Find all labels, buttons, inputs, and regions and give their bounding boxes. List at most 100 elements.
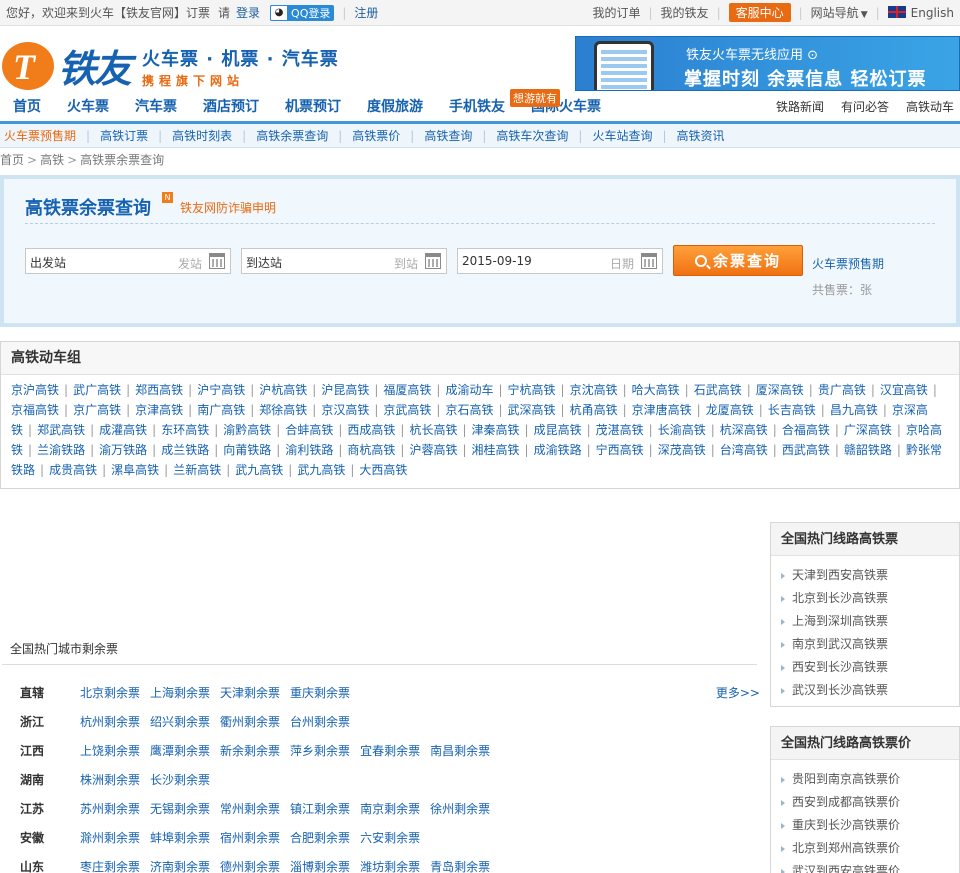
train-group-link[interactable]: 津秦高铁: [472, 423, 520, 437]
train-group-link[interactable]: 贵广高铁: [818, 383, 866, 397]
my-orders-link[interactable]: 我的订单: [592, 4, 640, 21]
city-remaining-link[interactable]: 蚌埠剩余票: [150, 829, 210, 846]
train-group-link[interactable]: 成渝动车: [445, 383, 493, 397]
subnav-booking[interactable]: 高铁订票: [94, 127, 154, 144]
subnav-station[interactable]: 火车站查询: [586, 127, 658, 144]
city-remaining-link[interactable]: 南昌剩余票: [430, 742, 490, 759]
train-group-link[interactable]: 合福高铁: [782, 423, 830, 437]
train-group-link[interactable]: 渝利铁路: [285, 443, 333, 457]
train-group-link[interactable]: 郑西高铁: [135, 383, 183, 397]
calendar-icon[interactable]: [641, 253, 657, 269]
nav-train-tickets[interactable]: 火车票: [54, 96, 122, 121]
train-group-link[interactable]: 京福高铁: [11, 403, 59, 417]
city-remaining-link[interactable]: 苏州剩余票: [80, 800, 140, 817]
train-group-link[interactable]: 长渝高铁: [658, 423, 706, 437]
train-group-link[interactable]: 汉宜高铁: [880, 383, 928, 397]
train-group-link[interactable]: 宁杭高铁: [508, 383, 556, 397]
station-picker-icon[interactable]: [425, 253, 441, 269]
city-remaining-link[interactable]: 绍兴剩余票: [150, 713, 210, 730]
date-input[interactable]: 2015-09-19 日期: [457, 248, 663, 274]
train-group-link[interactable]: 京汉高铁: [321, 403, 369, 417]
train-group-link[interactable]: 成灌高铁: [99, 423, 147, 437]
train-group-link[interactable]: 广深高铁: [844, 423, 892, 437]
train-group-link[interactable]: 南广高铁: [197, 403, 245, 417]
train-group-link[interactable]: 商杭高铁: [347, 443, 395, 457]
train-group-link[interactable]: 杭甬高铁: [570, 403, 618, 417]
hot-price-link[interactable]: 重庆到长沙高铁票价: [781, 814, 959, 837]
nav-bus-tickets[interactable]: 汽车票: [122, 96, 190, 121]
train-group-link[interactable]: 京沪高铁: [11, 383, 59, 397]
train-group-link[interactable]: 沪宁高铁: [197, 383, 245, 397]
train-group-link[interactable]: 合蚌高铁: [285, 423, 333, 437]
city-remaining-link[interactable]: 滁州剩余票: [80, 829, 140, 846]
train-group-link[interactable]: 京津唐高铁: [632, 403, 692, 417]
train-group-link[interactable]: 京沈高铁: [570, 383, 618, 397]
language-switch[interactable]: English: [887, 5, 954, 20]
train-group-link[interactable]: 沪昆高铁: [321, 383, 369, 397]
subnav-remaining[interactable]: 高铁余票查询: [250, 127, 334, 144]
train-group-link[interactable]: 成兰铁路: [161, 443, 209, 457]
train-group-link[interactable]: 兰渝铁路: [37, 443, 85, 457]
train-group-link[interactable]: 渝万铁路: [99, 443, 147, 457]
city-remaining-link[interactable]: 鹰潭剩余票: [150, 742, 210, 759]
from-station-input[interactable]: 出发站 发站: [25, 248, 231, 274]
train-group-link[interactable]: 西成高铁: [347, 423, 395, 437]
train-group-link[interactable]: 兰新高铁: [173, 463, 221, 477]
hot-route-link[interactable]: 西安到长沙高铁票: [781, 656, 959, 679]
service-center-button[interactable]: 客服中心: [728, 3, 791, 22]
train-group-link[interactable]: 武深高铁: [508, 403, 556, 417]
city-remaining-link[interactable]: 南京剩余票: [360, 800, 420, 817]
train-group-link[interactable]: 郑徐高铁: [259, 403, 307, 417]
city-remaining-link[interactable]: 株洲剩余票: [80, 771, 140, 788]
nav-hotel[interactable]: 酒店预订: [190, 96, 272, 121]
city-remaining-link[interactable]: 衢州剩余票: [220, 713, 280, 730]
hot-route-link[interactable]: 武汉到长沙高铁票: [781, 679, 959, 702]
my-tieyou-link[interactable]: 我的铁友: [661, 4, 709, 21]
city-remaining-link[interactable]: 德州剩余票: [220, 858, 280, 873]
train-group-link[interactable]: 郑武高铁: [37, 423, 85, 437]
city-remaining-link[interactable]: 常州剩余票: [220, 800, 280, 817]
rail-news-link[interactable]: 铁路新闻: [776, 98, 824, 115]
faq-link[interactable]: 有问必答: [841, 98, 889, 115]
train-group-link[interactable]: 渝黔高铁: [223, 423, 271, 437]
train-group-link[interactable]: 京津高铁: [135, 403, 183, 417]
train-group-link[interactable]: 杭长高铁: [409, 423, 457, 437]
city-remaining-link[interactable]: 济南剩余票: [150, 858, 210, 873]
city-remaining-link[interactable]: 天津剩余票: [220, 684, 280, 701]
subnav-price[interactable]: 高铁票价: [346, 127, 406, 144]
train-group-link[interactable]: 福厦高铁: [383, 383, 431, 397]
hot-route-link[interactable]: 北京到长沙高铁票: [781, 587, 959, 610]
nav-flights[interactable]: 机票预订: [272, 96, 354, 121]
site-logo[interactable]: 铁友: [2, 38, 132, 93]
train-group-link[interactable]: 昌九高铁: [830, 403, 878, 417]
register-link[interactable]: 注册: [354, 4, 378, 21]
hot-route-link[interactable]: 上海到深圳高铁票: [781, 610, 959, 633]
hot-price-link[interactable]: 西安到成都高铁票价: [781, 791, 959, 814]
city-remaining-link[interactable]: 六安剩余票: [360, 829, 420, 846]
subnav-query[interactable]: 高铁查询: [418, 127, 478, 144]
train-group-link[interactable]: 石武高铁: [694, 383, 742, 397]
city-remaining-link[interactable]: 徐州剩余票: [430, 800, 490, 817]
train-group-link[interactable]: 京石高铁: [445, 403, 493, 417]
train-group-link[interactable]: 向莆铁路: [223, 443, 271, 457]
train-group-link[interactable]: 厦深高铁: [756, 383, 804, 397]
breadcrumb-high-speed[interactable]: 高铁: [40, 153, 64, 167]
train-group-link[interactable]: 杭深高铁: [720, 423, 768, 437]
train-group-link[interactable]: 台湾高铁: [720, 443, 768, 457]
nav-mobile[interactable]: 手机铁友: [436, 96, 518, 121]
city-remaining-link[interactable]: 潍坊剩余票: [360, 858, 420, 873]
train-group-link[interactable]: 深茂高铁: [658, 443, 706, 457]
mobile-app-banner[interactable]: 铁友火车票无线应用 ⊙ 掌握时刻 余票信息 轻松订票: [575, 36, 960, 91]
high-speed-link[interactable]: 高铁动车: [906, 98, 954, 115]
to-station-input[interactable]: 到达站 到站: [241, 248, 447, 274]
train-group-link[interactable]: 龙厦高铁: [706, 403, 754, 417]
qq-login-button[interactable]: ◕ QQ登录: [270, 4, 335, 21]
train-group-link[interactable]: 长吉高铁: [768, 403, 816, 417]
train-group-link[interactable]: 哈大高铁: [632, 383, 680, 397]
train-group-link[interactable]: 成贵高铁: [49, 463, 97, 477]
train-group-link[interactable]: 沪蓉高铁: [409, 443, 457, 457]
train-group-link[interactable]: 成渝铁路: [534, 443, 582, 457]
hot-route-link[interactable]: 天津到西安高铁票: [781, 564, 959, 587]
city-remaining-link[interactable]: 青岛剩余票: [430, 858, 490, 873]
subnav-presale[interactable]: 火车票预售期: [4, 127, 82, 144]
